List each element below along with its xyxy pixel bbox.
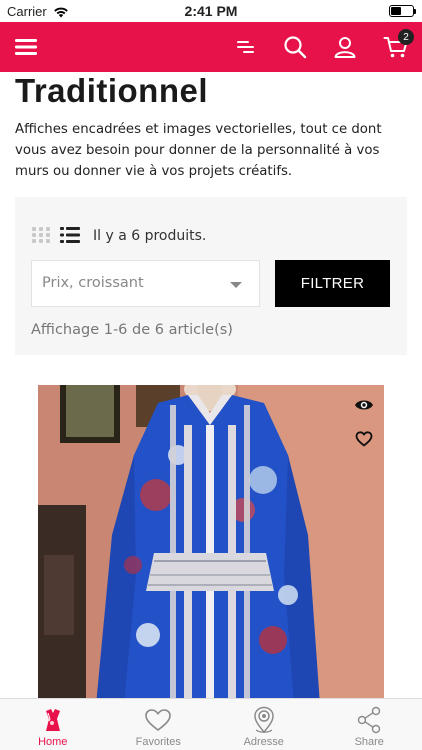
product-count: Il y a 6 produits. xyxy=(93,228,207,244)
product-image xyxy=(38,385,384,698)
share-icon xyxy=(358,706,381,733)
battery-icon xyxy=(389,5,416,17)
tab-home-label: Home xyxy=(38,736,68,748)
tab-address[interactable]: Adresse xyxy=(211,699,317,750)
home-hanger-icon xyxy=(45,708,60,731)
tab-favorites[interactable]: Favorites xyxy=(106,699,212,750)
grid-view-button[interactable] xyxy=(31,226,51,248)
tab-share-label: Share xyxy=(354,736,384,748)
tab-favorites-label: Favorites xyxy=(135,736,181,748)
map-pin-icon xyxy=(253,706,274,733)
heart-icon xyxy=(145,708,172,731)
eye-icon xyxy=(355,400,373,410)
add-to-favorites-button[interactable] xyxy=(355,431,373,451)
category-description: Affiches encadrées et images vectorielle… xyxy=(15,122,382,179)
menu-icon xyxy=(15,39,37,55)
bottom-tab-bar: Home Favorites Adresse Share xyxy=(0,698,422,750)
sort-select[interactable]: Prix, croissant xyxy=(31,260,260,307)
status-time: 2:41 PM xyxy=(184,3,238,19)
chevron-down-icon xyxy=(230,282,242,288)
tab-share[interactable]: Share xyxy=(317,699,422,750)
sort-lines-icon xyxy=(237,41,254,53)
main-content[interactable]: Traditionnel Affiches encadrées et image… xyxy=(0,72,422,698)
sort-select-value: Prix, croissant xyxy=(42,275,144,291)
list-view-button[interactable] xyxy=(60,225,80,249)
page-title: Traditionnel xyxy=(15,72,209,109)
tab-address-label: Adresse xyxy=(243,736,284,748)
account-button[interactable] xyxy=(330,22,360,72)
user-icon xyxy=(334,37,356,58)
filter-panel: Il y a 6 produits. Prix, croissant FILTR… xyxy=(15,197,407,355)
sort-button[interactable] xyxy=(230,22,260,72)
grid-view-icon xyxy=(32,227,50,243)
status-bar: Carrier 2:41 PM xyxy=(0,0,422,22)
quick-view-button[interactable] xyxy=(354,397,374,416)
search-button[interactable] xyxy=(280,22,310,72)
search-icon xyxy=(284,36,307,59)
product-card[interactable] xyxy=(38,385,384,698)
menu-button[interactable] xyxy=(10,22,42,72)
heart-icon xyxy=(355,431,373,447)
cart-count-badge: 2 xyxy=(398,29,414,45)
cart-button[interactable]: 2 xyxy=(380,22,414,72)
tab-home[interactable]: Home xyxy=(0,699,106,750)
filter-button[interactable]: FILTRER xyxy=(275,260,390,307)
list-view-icon xyxy=(60,227,80,243)
showing-count: Affichage 1-6 de 6 article(s) xyxy=(31,322,233,338)
top-navbar: 2 xyxy=(0,22,422,72)
